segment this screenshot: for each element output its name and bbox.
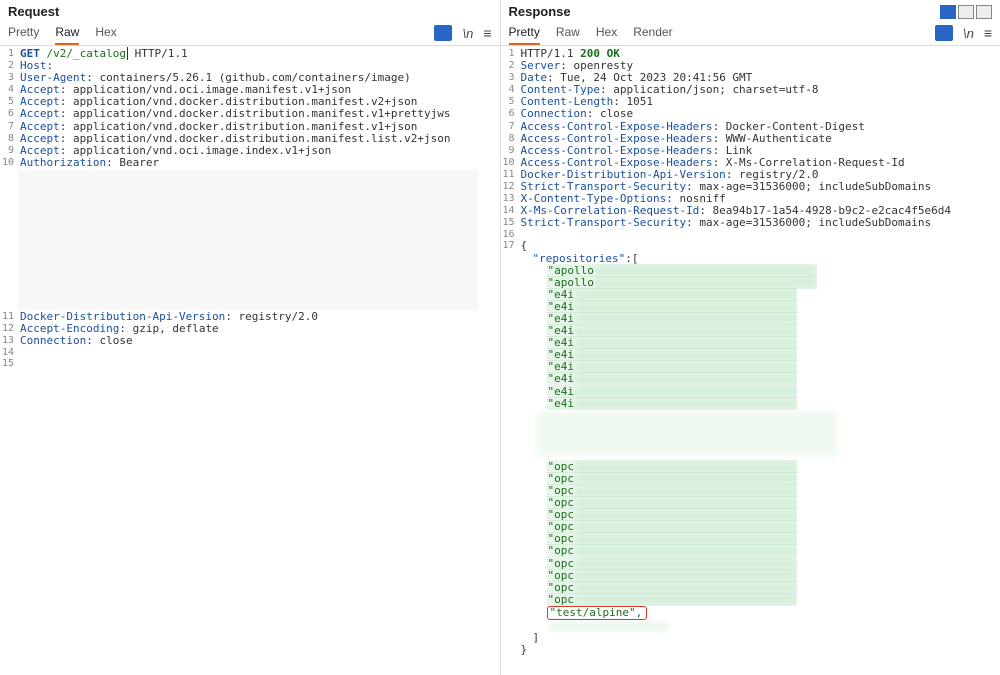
highlighted-repo: "test/alpine", (547, 606, 648, 620)
tab-pretty[interactable]: Pretty (509, 21, 540, 45)
request-title: Request (8, 4, 59, 19)
repo-item: "opc (548, 460, 575, 473)
repo-item: "opc (548, 532, 575, 545)
actions-icon[interactable] (935, 25, 953, 41)
repo-item: "opc (548, 508, 575, 521)
request-tabs: Pretty Raw Hex (8, 21, 117, 45)
redacted-rows (537, 412, 837, 456)
repo-item: "opc (548, 520, 575, 533)
menu-icon[interactable]: ≡ (984, 25, 992, 41)
layout-buttons (940, 5, 992, 19)
request-pane: Request Pretty Raw Hex \n ≡ 1GET /v2/_ca… (0, 0, 501, 675)
repo-item: "opc (548, 472, 575, 485)
repo-item: "apollo (548, 264, 594, 277)
repo-item: "opc (548, 544, 575, 557)
repo-item: "e4i (548, 288, 575, 301)
tab-raw[interactable]: Raw (55, 21, 79, 45)
redacted-token-area (18, 170, 478, 310)
tab-hex[interactable]: Hex (596, 21, 617, 45)
newline-icon[interactable]: \n (462, 26, 473, 41)
repo-item: "opc (548, 496, 575, 509)
tab-hex[interactable]: Hex (95, 21, 116, 45)
layout-columns-icon[interactable] (940, 5, 956, 19)
layout-tabs-icon[interactable] (976, 5, 992, 19)
response-editor[interactable]: 1HTTP/1.1 200 OK 2Server: openresty 3Dat… (501, 46, 1000, 675)
response-pane: Response Pretty Raw Hex Render \n ≡ 1HTT… (501, 0, 1000, 675)
repo-item: "e4i (548, 336, 575, 349)
menu-icon[interactable]: ≡ (483, 25, 491, 41)
response-title: Response (509, 4, 571, 19)
status-code: 200 OK (580, 47, 620, 60)
request-editor[interactable]: 1GET /v2/_catalog HTTP/1.1 2Host: 3User-… (0, 46, 500, 675)
repo-item: "e4i (548, 385, 575, 398)
repo-item: "opc (548, 569, 575, 582)
tab-render[interactable]: Render (633, 21, 672, 45)
repo-item: "e4i (548, 300, 575, 313)
tab-pretty[interactable]: Pretty (8, 21, 39, 45)
http-proto: HTTP/1.1 (128, 47, 188, 60)
layout-rows-icon[interactable] (958, 5, 974, 19)
repo-item: "opc (548, 581, 575, 594)
repo-item: "e4i (548, 324, 575, 337)
repo-item: "apollo (548, 276, 594, 289)
request-path: /v2/_catalog (47, 47, 126, 60)
repo-item: "e4i (548, 312, 575, 325)
repo-item: "opc (548, 484, 575, 497)
actions-icon[interactable] (434, 25, 452, 41)
repo-item: "e4i (548, 372, 575, 385)
response-tabs: Pretty Raw Hex Render (509, 21, 673, 45)
repo-item: "e4i (548, 360, 575, 373)
http-method: GET (20, 47, 40, 60)
tab-raw[interactable]: Raw (556, 21, 580, 45)
newline-icon[interactable]: \n (963, 26, 974, 41)
repo-item: "opc (548, 593, 575, 606)
repo-item: "e4i (548, 348, 575, 361)
repo-item: "opc (548, 557, 575, 570)
repo-item: "e4i (548, 397, 575, 410)
json-key-repositories: "repositories" (533, 252, 626, 265)
